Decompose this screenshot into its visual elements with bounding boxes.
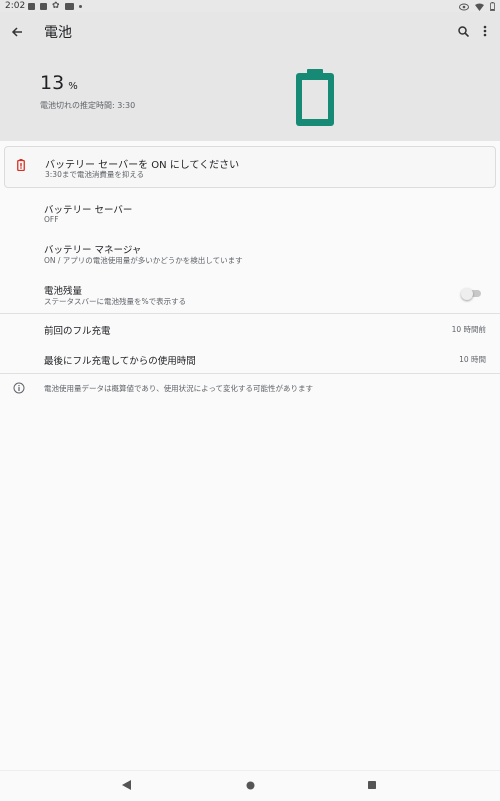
battery-icon [490, 2, 495, 11]
battery-percentage-title: 電池残量 [44, 286, 83, 297]
more-vert-icon [483, 25, 487, 37]
disclaimer-text: 電池使用量データは概算値であり、使用状況によって変化する可能性があります [44, 384, 314, 393]
battery-percent: 13% [40, 72, 78, 94]
battery-saver-status: OFF [44, 215, 59, 224]
recents-square-icon [368, 781, 376, 789]
battery-manager-title: バッテリー マネージャ [44, 245, 142, 256]
battery-percentage-row[interactable]: 電池残量 ステータスバーに電池残量を%で表示する [0, 277, 500, 313]
status-time: 2:02 [5, 1, 26, 11]
dot-icon [78, 5, 82, 8]
battery-estimate: 電池切れの推定時間: 3:30 [40, 101, 136, 110]
last-full-charge-title: 前回のフル充電 [44, 326, 111, 337]
nav-back-button[interactable] [119, 778, 133, 792]
status-bar: 2:02 ✿ [0, 0, 500, 12]
divider [0, 313, 500, 314]
nav-home-button[interactable] [243, 778, 257, 792]
navigation-bar [0, 770, 500, 801]
large-battery-icon [296, 69, 334, 126]
sim-icon [28, 3, 35, 10]
back-button[interactable] [6, 21, 28, 43]
more-options-button[interactable] [476, 22, 494, 40]
search-button[interactable] [454, 22, 472, 40]
home-circle-icon [246, 781, 254, 789]
divider [0, 373, 500, 374]
image-icon [40, 3, 47, 10]
info-icon [13, 382, 25, 394]
usage-since-full-title: 最後にフル充電してからの使用時間 [44, 356, 196, 367]
battery-percentage-toggle[interactable] [461, 287, 481, 300]
last-full-charge-value: 10 時間前 [451, 325, 486, 334]
battery-header: 電池 13% 電池切れの推定時間: 3:30 [0, 12, 500, 141]
settings-icon: ✿ [52, 1, 60, 11]
toggle-knob [461, 287, 473, 300]
usage-disclaimer: 電池使用量データは概算値であり、使用状況によって変化する可能性があります [0, 378, 500, 398]
gallery-icon [64, 3, 74, 10]
battery-saver-row[interactable]: バッテリー セーバー OFF [0, 196, 500, 232]
usage-since-full-value: 10 時間 [459, 355, 486, 364]
wifi-icon [475, 3, 484, 11]
nav-recents-button[interactable] [365, 778, 379, 792]
battery-saver-suggestion[interactable]: バッテリー セーバーを ON にしてください 3:30まで電池消費量を抑える [4, 146, 496, 188]
search-icon [457, 25, 469, 37]
battery-manager-status: ON / アプリの電池使用量が多いかどうかを検出しています [44, 256, 243, 265]
battery-percentage-description: ステータスバーに電池残量を%で表示する [44, 297, 187, 306]
battery-alert-icon [17, 159, 25, 171]
battery-percent-value: 13 [40, 72, 65, 94]
banner-subtitle: 3:30まで電池消費量を抑える [45, 170, 145, 179]
usage-since-full-row: 最後にフル充電してからの使用時間 10 時間 [0, 348, 500, 372]
page-title: 電池 [44, 25, 72, 41]
last-full-charge-row: 前回のフル充電 10 時間前 [0, 318, 500, 342]
back-arrow-icon [11, 27, 22, 37]
battery-saver-title: バッテリー セーバー [44, 205, 133, 216]
battery-manager-row[interactable]: バッテリー マネージャ ON / アプリの電池使用量が多いかどうかを検出していま… [0, 236, 500, 272]
back-triangle-icon [121, 780, 131, 790]
battery-percent-unit: % [68, 81, 78, 92]
eye-icon [459, 3, 469, 10]
